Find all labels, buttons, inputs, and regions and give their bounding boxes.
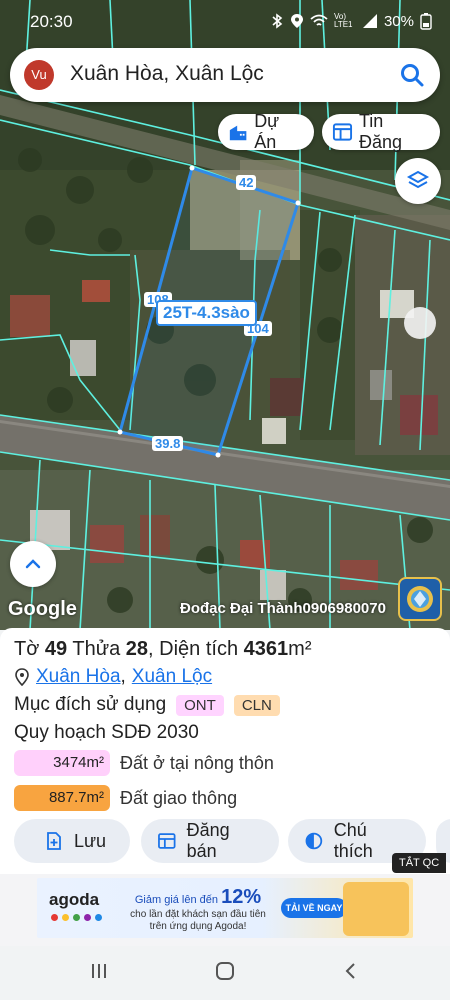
building-icon	[229, 125, 247, 141]
purpose-tag-ont: ONT	[176, 694, 224, 716]
edge-length-bottom: 39.8	[152, 436, 184, 451]
google-logo: Google	[8, 598, 77, 620]
layers-icon	[406, 170, 430, 189]
listings-chip[interactable]: Tin Đăng	[322, 111, 440, 152]
signal-icon	[362, 14, 377, 28]
post-sale-button[interactable]: Đăng bán	[141, 819, 279, 863]
save-button[interactable]: Lưu	[14, 819, 130, 863]
area-row-traffic: 887.7m² Đất giao thông	[14, 785, 237, 811]
area-label: Diện tích	[159, 638, 239, 660]
chevron-up-icon	[25, 559, 41, 569]
status-bar: 20:30 Vo) LTE1 30%	[0, 0, 450, 44]
area-value: 4361	[243, 638, 289, 660]
area-label-traffic: Đất giao thông	[120, 787, 238, 808]
search-bar[interactable]: Vu Xuân Hòa, Xuân Lộc	[10, 48, 440, 102]
add-file-icon	[47, 832, 61, 850]
post-sale-button-label: Đăng bán	[186, 820, 230, 861]
ad-download-button[interactable]: TẢI VỀ NGAY	[281, 898, 347, 918]
sheet-number: 49	[44, 638, 68, 660]
avatar[interactable]: Vu	[24, 60, 54, 90]
screen: 42 108 104 39.8 25T-4.3sào Google Đođạc …	[0, 0, 450, 1000]
ad-headline: Giảm giá lên đến	[134, 894, 219, 906]
battery-percent: 30%	[383, 12, 414, 30]
plot-label[interactable]: 25T-4.3sào	[156, 300, 257, 326]
location-icon	[290, 14, 303, 28]
search-icon[interactable]	[398, 61, 426, 89]
bluetooth-icon	[272, 13, 283, 29]
ad-subtext: cho lần đặt khách sạn đầu tiên trên ứng …	[130, 909, 266, 932]
map-marker[interactable]	[404, 307, 436, 339]
back-icon[interactable]	[340, 960, 362, 982]
parcel-title: Tờ 49 Thửa 28, Diện tích 4361m²	[14, 638, 312, 660]
parcel-label: Thửa	[72, 638, 121, 660]
listings-chip-label: Tin Đăng	[358, 111, 403, 152]
area-badge-residential: 3474m²	[14, 750, 110, 776]
purpose-label: Mục đích sử dụng	[14, 694, 167, 715]
district-link[interactable]: Xuân Lộc	[132, 666, 212, 688]
land-use-purpose: Mục đích sử dụng ONT CLN	[14, 694, 280, 716]
area-unit: m²	[288, 638, 312, 660]
parcel-number: 28	[125, 638, 149, 660]
purpose-tag-cln: CLN	[233, 694, 280, 716]
contrast-icon	[305, 832, 323, 850]
recent-apps-icon[interactable]	[88, 960, 110, 982]
ad-banner[interactable]: agoda Giảm giá lên đến 12% cho lần đặt k…	[37, 878, 413, 938]
wifi-icon	[310, 14, 328, 26]
area-label-residential: Đất ở tại nông thôn	[120, 752, 274, 773]
agoda-logo: agoda	[49, 890, 100, 909]
parcel-location: Xuân Hòa, Xuân Lộc	[14, 666, 212, 688]
sheet-label: Tờ	[14, 638, 40, 660]
listing-icon	[158, 833, 176, 849]
location-pin-icon	[15, 668, 29, 686]
projects-chip-label: Dự Án	[254, 111, 280, 152]
status-time: 20:30	[30, 12, 73, 31]
area-row-residential: 3474m² Đất ở tại nông thôn	[14, 750, 274, 776]
ad-copy: Giảm giá lên đến 12% cho lần đặt khách s…	[123, 886, 273, 933]
projects-chip[interactable]: Dự Án	[218, 111, 314, 152]
ad-discount: 12%	[221, 886, 262, 908]
battery-icon	[420, 13, 432, 30]
system-nav-bar	[0, 946, 450, 1000]
map-watermark: Đođạc Đại Thành0906980070	[180, 600, 386, 617]
location-separator: ,	[120, 666, 126, 687]
save-button-label: Lưu	[74, 830, 107, 851]
edge-length-top: 42	[236, 175, 257, 190]
layers-button[interactable]	[395, 158, 441, 204]
listings-icon	[332, 123, 353, 141]
area-badge-traffic: 887.7m²	[14, 785, 110, 811]
ad-container: agoda Giảm giá lên đến 12% cho lần đặt k…	[0, 874, 450, 946]
commune-link[interactable]: Xuân Hòa	[36, 666, 121, 688]
expand-up-button[interactable]	[10, 541, 56, 587]
agoda-dots	[51, 914, 102, 921]
status-icons: Vo) LTE1 30%	[270, 12, 432, 30]
planning-title: Quy hoạch SDĐ 2030	[14, 722, 199, 743]
search-query[interactable]: Xuân Hòa, Xuân Lộc	[70, 62, 264, 86]
ad-image	[343, 882, 409, 936]
brand-logo	[398, 577, 442, 621]
ad-off-button[interactable]: TẮT QC	[392, 853, 447, 873]
home-icon[interactable]	[214, 960, 236, 982]
network-label: Vo) LTE1	[333, 12, 353, 29]
